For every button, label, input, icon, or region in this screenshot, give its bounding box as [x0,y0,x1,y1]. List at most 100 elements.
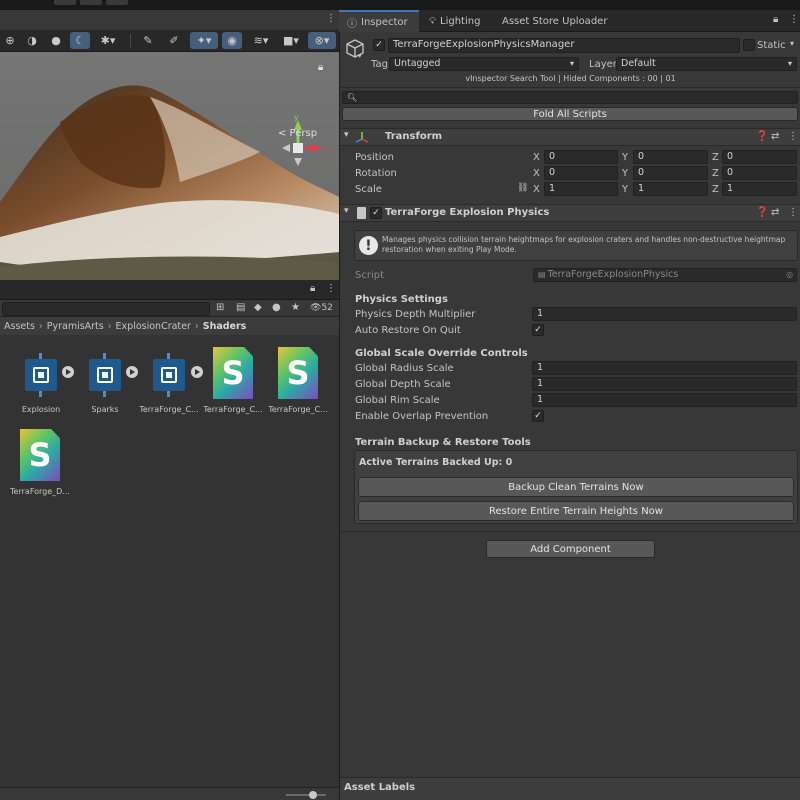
tab-label: Lighting [440,15,481,27]
toolbar-button[interactable] [54,0,76,5]
divider [340,87,800,88]
project-search-input[interactable] [2,302,210,316]
tab-lighting[interactable]: 💡︎ Lighting [421,10,488,32]
fold-all-scripts-button[interactable]: Fold All Scripts [342,107,798,121]
rotation-z-field[interactable]: 0 [722,166,797,180]
help-icon[interactable]: ❓ [756,131,768,142]
scale-x-field[interactable]: 1 [544,182,618,196]
breadcrumb-separator: › [38,320,43,332]
moon-icon[interactable]: ☾ [70,32,90,49]
breadcrumb-item[interactable]: ExplosionCrater [116,321,191,332]
asset-labels-bar[interactable]: Asset Labels [340,777,800,800]
help-box: ! Manages physics collision terrain heig… [354,230,798,261]
position-x-field[interactable]: 0 [544,150,618,164]
radius-scale-field[interactable]: 1 [532,361,797,375]
asset-item[interactable]: S TerraForge_C... [268,345,328,425]
shader-icon: S [20,429,60,481]
more-options-icon[interactable]: ⋮ [326,283,336,294]
hidden-count-badge[interactable]: 👁︎52 [310,303,333,313]
gizmos-dropdown[interactable]: ⊗▾ [308,32,336,49]
tab-asset-store-uploader[interactable]: Asset Store Uploader [494,10,615,32]
camera-dropdown[interactable]: ■▾ [278,32,304,49]
breadcrumb-item[interactable]: PyramisArts [47,321,104,332]
rotation-y-field[interactable]: 0 [633,166,708,180]
persp-label[interactable]: < Persp [278,128,317,139]
add-component-button[interactable]: Add Component [486,540,655,558]
component-search-input[interactable]: 🔍︎ [342,91,798,104]
static-checkbox[interactable] [743,39,755,51]
breadcrumb-item[interactable]: Assets [4,321,35,332]
more-options-icon[interactable]: ⋮ [788,207,798,218]
position-z-field[interactable]: 0 [722,150,797,164]
asset-labels-title: Asset Labels [344,782,416,793]
restore-terrains-button[interactable]: Restore Entire Terrain Heights Now [358,501,794,521]
tag-icon[interactable]: ◆ [254,302,262,313]
shading-mode-icon[interactable]: ◑ [22,32,42,49]
more-options-icon[interactable]: ⋮ [788,131,798,142]
effects-dropdown[interactable]: ✦▾ [190,32,218,49]
lock-icon[interactable]: 🔒︎ [773,14,778,25]
warning-icon[interactable]: ● [272,302,281,313]
active-checkbox[interactable]: ✓ [373,39,385,51]
backup-terrains-button[interactable]: Backup Clean Terrains Now [358,477,794,497]
preset-icon[interactable]: ⇄ [771,131,779,142]
position-y-field[interactable]: 0 [633,150,708,164]
breadcrumb-item-current[interactable]: Shaders [203,321,247,332]
toolbar-button[interactable] [80,0,102,5]
help-icon[interactable]: ❓ [756,207,768,218]
object-picker-icon: ◎ [786,270,793,279]
global-toggle-icon[interactable]: ⊕ [0,32,20,49]
tab-inspector[interactable]: ⓘ Inspector [339,10,419,32]
play-preview-icon[interactable] [62,366,74,378]
component-header[interactable]: ▾ ✓ TerraForge Explosion Physics ❓ ⇄ ⋮ [340,204,800,222]
transform-header[interactable]: ▾ Transform ❓ ⇄ ⋮ [340,128,800,146]
constrain-proportions-icon[interactable]: ⛓︎ [517,183,528,193]
preset-icon[interactable]: ⇄ [771,207,779,218]
lock-icon[interactable]: 🔒︎ [310,283,315,294]
play-preview-icon[interactable] [191,366,203,378]
physics-depth-field[interactable]: 1 [532,307,797,321]
tab-label: Asset Store Uploader [502,15,608,27]
audio-toggle-icon[interactable]: ✐ [164,32,184,49]
search-by-label-icon[interactable]: ▤ [236,302,245,313]
lock-icon[interactable]: 🔒︎ [318,62,323,73]
vfx-graph-icon [89,353,121,397]
play-preview-icon[interactable] [126,366,138,378]
shaded-sphere-icon[interactable]: ● [46,32,66,49]
rotation-x-field[interactable]: 0 [544,166,618,180]
asset-item[interactable]: Explosion [11,345,71,425]
orientation-gizmo[interactable]: y x [270,113,332,176]
object-name-field[interactable]: TerraForgeExplosionPhysicsManager [388,38,740,53]
visibility-eye-icon[interactable]: ◉ [222,32,242,49]
zoom-slider-handle[interactable] [309,791,317,799]
scale-y-field[interactable]: 1 [633,182,708,196]
rim-scale-field[interactable]: 1 [532,393,797,407]
asset-item[interactable]: Sparks [75,345,135,425]
scene-viewport[interactable]: 🔒︎ y x < Persp [0,52,339,280]
search-by-type-icon[interactable]: ⊞ [216,302,224,313]
toolbar-button[interactable] [106,0,128,5]
overlap-prevention-checkbox[interactable]: ✓ [532,410,544,422]
shader-icon: S [213,347,253,399]
favorite-star-icon[interactable]: ★ [291,302,300,313]
vfx-graph-icon [153,353,185,397]
asset-item[interactable]: S TerraForge_D... [10,427,70,507]
zoom-slider-track[interactable] [286,794,326,796]
tag-dropdown[interactable]: Untagged ▾ [389,57,579,71]
asset-item[interactable]: S TerraForge_C... [203,345,263,425]
component-enabled-checkbox[interactable]: ✓ [370,207,382,219]
asset-name: TerraForge_D... [10,487,70,496]
static-dropdown-arrow[interactable]: ▾ [790,39,794,48]
more-options-icon[interactable]: ⋮ [789,14,799,25]
debug-draw-dropdown[interactable]: ✱▾ [94,32,122,49]
asset-item[interactable]: TerraForge_C... [139,345,199,425]
layer-dropdown[interactable]: Default ▾ [616,57,797,71]
depth-scale-field[interactable]: 1 [532,377,797,391]
scale-z-field[interactable]: 1 [722,182,797,196]
icon-dropdown-arrow[interactable]: ▾ [358,52,362,60]
auto-restore-checkbox[interactable]: ✓ [532,324,544,336]
layers-dropdown[interactable]: ≋▾ [248,32,274,49]
more-options-icon[interactable]: ⋮ [326,13,336,24]
x-axis-label: X [533,168,540,179]
lighting-toggle-icon[interactable]: ✎ [138,32,158,49]
